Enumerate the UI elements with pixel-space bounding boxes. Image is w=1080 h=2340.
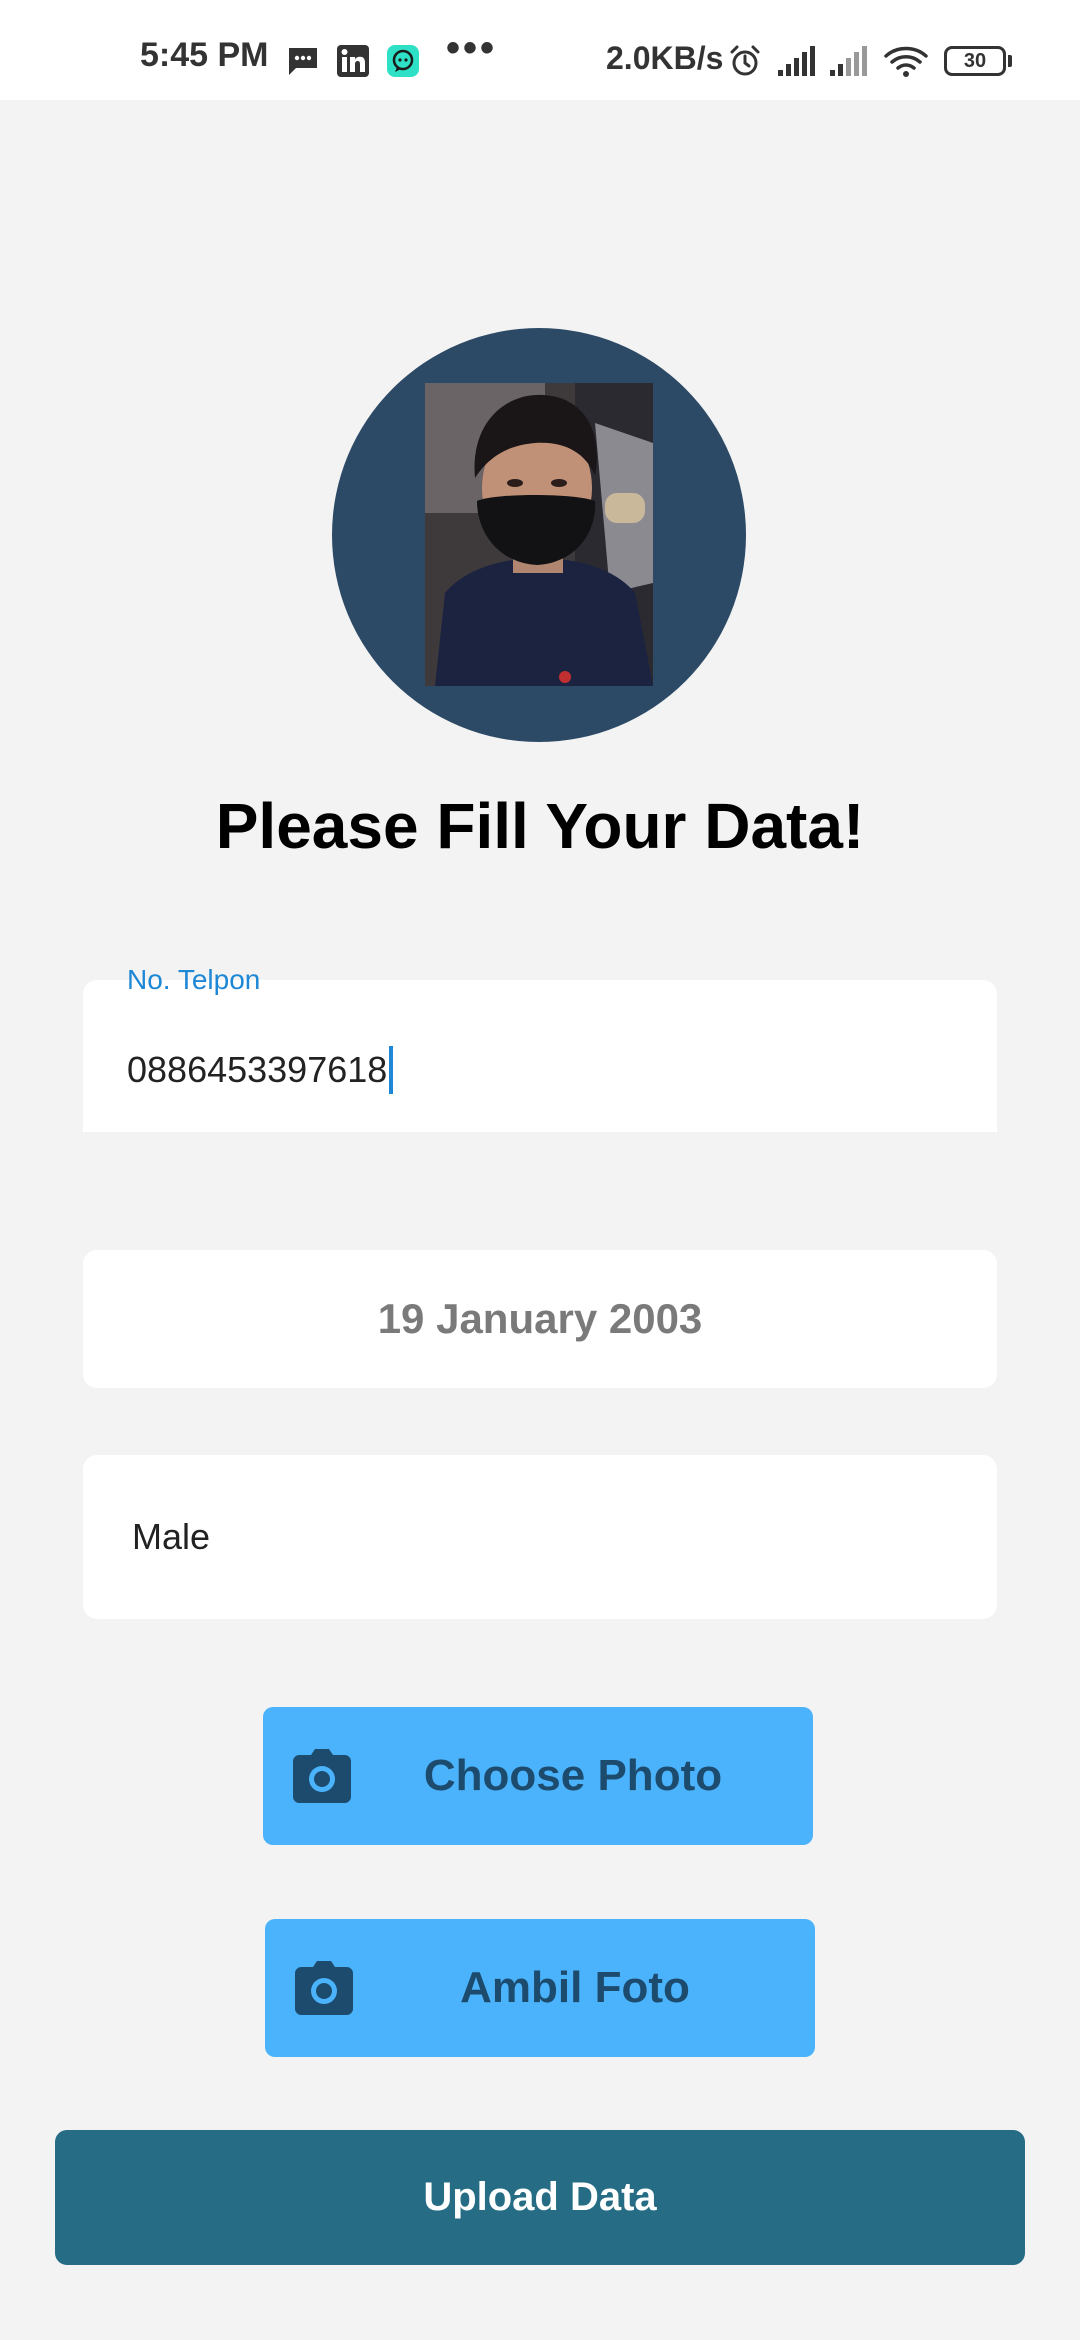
choose-photo-label: Choose Photo [423, 1751, 723, 1800]
battery-tip [1008, 55, 1012, 67]
alarm-icon [730, 45, 760, 76]
wifi-icon [884, 46, 928, 77]
signal-strength-icon [778, 46, 815, 76]
more-notifications-icon: ••• [446, 26, 498, 70]
text-cursor [389, 1046, 394, 1094]
take-photo-button[interactable]: Ambil Foto [265, 1919, 815, 2057]
birth-date-value: 19 January 2003 [377, 1295, 703, 1342]
signal-strength-sim2-icon [830, 46, 867, 76]
phone-number-value: 0886453397618 [127, 1049, 388, 1090]
choose-photo-button[interactable]: Choose Photo [263, 1707, 813, 1845]
phone-number-input[interactable]: 0886453397618 [127, 1046, 394, 1094]
linkedin-notification-icon [337, 45, 369, 77]
gender-value: Male [132, 1516, 211, 1557]
status-bar: 5:45 PM ••• 2.0KB/s 30 [0, 0, 1080, 100]
profile-photo [425, 383, 653, 686]
message-notification-icon [289, 48, 317, 75]
upload-data-button[interactable]: Upload Data [55, 2130, 1025, 2265]
birth-date-picker[interactable]: 19 January 2003 [83, 1250, 997, 1388]
gender-dropdown[interactable]: Male [83, 1455, 997, 1619]
status-time: 5:45 PM [140, 36, 269, 74]
upload-data-label: Upload Data [423, 2175, 657, 2219]
battery-indicator: 30 [944, 46, 1006, 76]
app-notification-icon [387, 45, 419, 77]
take-photo-label: Ambil Foto [460, 1963, 690, 2012]
page-title: Please Fill Your Data! [215, 790, 865, 862]
network-speed: 2.0KB/s [606, 40, 724, 76]
phone-number-label: No. Telpon [127, 964, 261, 995]
